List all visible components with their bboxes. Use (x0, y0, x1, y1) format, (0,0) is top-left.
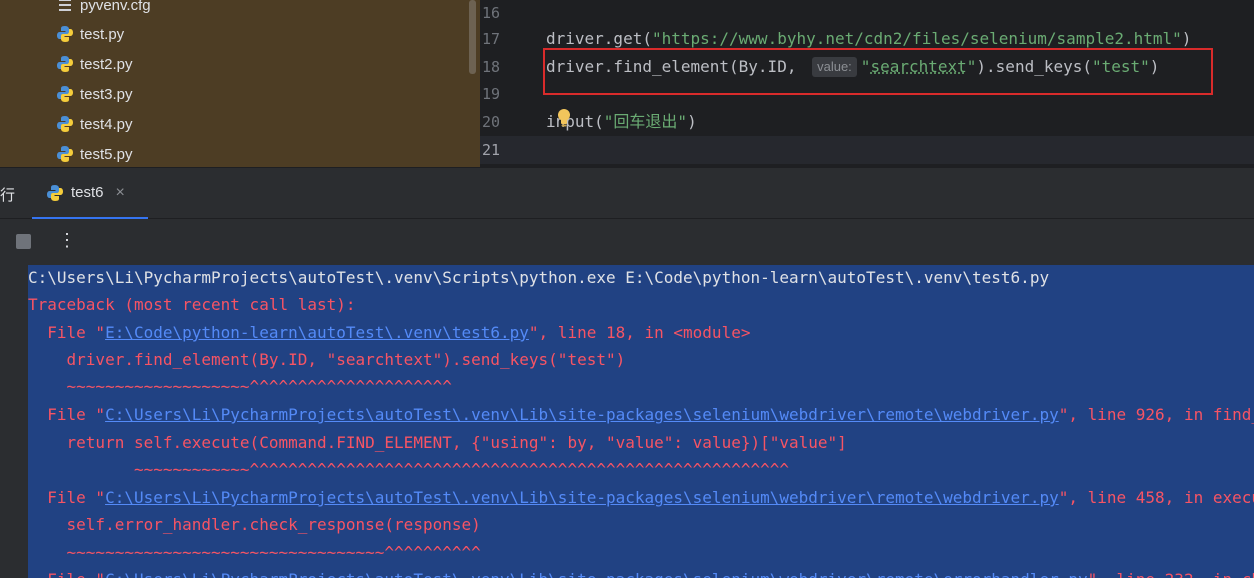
text-file-icon (59, 0, 71, 11)
highlight-box (543, 48, 1213, 95)
tree-item-label: pyvenv.cfg (80, 0, 151, 14)
line-number: 16 (481, 4, 500, 22)
more-options-icon[interactable]: ⋮ (58, 229, 76, 251)
console-line: File "C:\Users\Li\PycharmProjects\autoTe… (28, 566, 1254, 578)
console-text: File " (28, 488, 106, 507)
console-line: return self.execute(Command.FIND_ELEMENT… (28, 429, 847, 456)
console-text: ~~~~~~~~~~~~~~~~~~~^^^^^^^^^^^^^^^^^^^^^ (28, 377, 452, 396)
tree-item-test5-py[interactable]: test5.py (56, 139, 133, 167)
line-number: 21 (481, 141, 500, 159)
tree-item-label: test2.py (80, 55, 133, 73)
stop-button[interactable] (16, 234, 31, 249)
console-text: File " (28, 323, 106, 342)
tree-item-label: test5.py (80, 145, 133, 163)
code-text: input( (546, 112, 604, 131)
tree-item-test-py[interactable]: test.py (56, 19, 124, 49)
console-text: Traceback (most recent call last): (28, 295, 356, 314)
python-file-icon (57, 26, 73, 42)
tab-label: test6 (71, 184, 104, 201)
tree-item-label: test.py (80, 25, 125, 43)
code-string: "回车退出" (603, 112, 688, 131)
console-text: return self.execute(Command.FIND_ELEMENT… (28, 433, 847, 452)
current-line-highlight (480, 136, 1254, 164)
console-text: self.error_handler.check_response(respon… (28, 515, 481, 534)
python-file-icon (57, 56, 73, 72)
run-console[interactable]: C:\Users\Li\PycharmProjects\autoTest\.ve… (0, 263, 1254, 578)
tree-item-test4-py[interactable]: test4.py (56, 109, 133, 139)
console-text: C:\Users\Li\PycharmProjects\autoTest\.ve… (28, 268, 1050, 287)
console-text: ~~~~~~~~~~~~~~~~~~~~~~~~~~~~~~~~~^^^^^^^… (28, 543, 481, 562)
line-number: 18 (481, 58, 500, 76)
tree-item-test2-py[interactable]: test2.py (56, 49, 133, 79)
code-string: "https://www.byhy.net/cdn2/files/seleniu… (651, 29, 1182, 48)
console-text: File " (28, 405, 106, 424)
python-file-icon (57, 86, 73, 102)
line-number: 19 (481, 85, 500, 103)
console-line: ~~~~~~~~~~~~~~~~~~~^^^^^^^^^^^^^^^^^^^^^ (28, 373, 452, 400)
python-file-icon (47, 184, 63, 201)
code-text: driver.get( (546, 29, 652, 48)
console-line: Traceback (most recent call last): (28, 291, 356, 318)
file-link[interactable]: C:\Users\Li\PycharmProjects\autoTest\.ve… (105, 570, 1088, 578)
console-text: ~~~~~~~~~~~~^^^^^^^^^^^^^^^^^^^^^^^^^^^^… (28, 460, 789, 479)
project-tree: pyvenv.cfg test.py test2.py test3.py tes… (0, 0, 480, 167)
python-file-icon (57, 116, 73, 132)
console-line: File "C:\Users\Li\PycharmProjects\autoTe… (28, 401, 1254, 428)
file-link[interactable]: C:\Users\Li\PycharmProjects\autoTest\.ve… (105, 405, 1059, 424)
console-text: ", line 458, in execute (1058, 488, 1254, 507)
console-text: ", line 926, in find_element (1058, 405, 1254, 424)
run-toolbar: ⋮ (0, 219, 1254, 263)
console-text: ", line 18, in <module> (528, 323, 751, 342)
tab-test6[interactable]: test6 × (32, 168, 148, 220)
console-text: driver.find_element(By.ID, "searchtext")… (28, 350, 626, 369)
console-line: C:\Users\Li\PycharmProjects\autoTest\.ve… (28, 264, 1049, 291)
console-line: ~~~~~~~~~~~~~~~~~~~~~~~~~~~~~~~~~^^^^^^^… (28, 539, 481, 566)
code-text: ) (687, 112, 697, 131)
file-link[interactable]: C:\Users\Li\PycharmProjects\autoTest\.ve… (105, 488, 1059, 507)
python-file-icon (57, 146, 73, 162)
tree-item-label: test3.py (80, 85, 133, 103)
code-text: ) (1181, 29, 1192, 48)
line-number: 17 (481, 30, 500, 48)
lightbulb-icon[interactable] (556, 108, 572, 128)
console-line: File "C:\Users\Li\PycharmProjects\autoTe… (28, 484, 1254, 511)
close-icon[interactable]: × (116, 184, 125, 202)
run-tool-label: 行 (0, 187, 16, 204)
tree-item-label: test4.py (80, 115, 133, 133)
console-text: ", line 232, in check_response (1088, 570, 1254, 578)
file-link[interactable]: E:\Code\python-learn\autoTest\.venv\test… (105, 323, 529, 342)
console-line: driver.find_element(By.ID, "searchtext")… (28, 346, 626, 373)
console-line: File "E:\Code\python-learn\autoTest\.ven… (28, 319, 750, 346)
tree-item-test3-py[interactable]: test3.py (56, 79, 133, 109)
run-tool-tabs: 行 test6 × (0, 167, 1254, 220)
console-text: File " (28, 570, 105, 578)
console-line: ~~~~~~~~~~~~^^^^^^^^^^^^^^^^^^^^^^^^^^^^… (28, 456, 789, 483)
line-number: 20 (481, 113, 500, 131)
console-line: self.error_handler.check_response(respon… (28, 511, 481, 538)
tree-scrollbar[interactable] (469, 0, 476, 74)
tree-item-pyvenv-cfg[interactable]: pyvenv.cfg (56, 0, 151, 20)
